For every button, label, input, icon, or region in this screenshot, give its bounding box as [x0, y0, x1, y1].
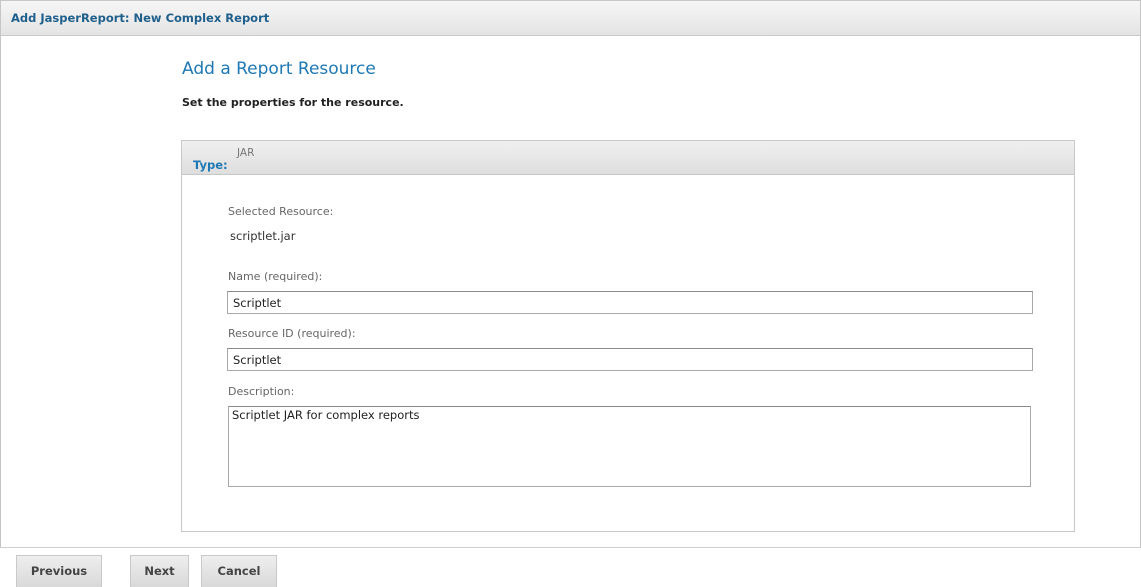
- resource-properties-panel: Type: JAR Selected Resource: scriptlet.j…: [181, 140, 1075, 532]
- type-value: JAR: [237, 147, 255, 159]
- resource-id-label: Resource ID (required):: [228, 327, 356, 340]
- selected-resource-label: Selected Resource:: [228, 205, 334, 218]
- name-field[interactable]: [227, 291, 1033, 314]
- previous-button[interactable]: Previous: [16, 555, 102, 587]
- dialog-frame: Add JasperReport: New Complex Report Add…: [0, 0, 1141, 548]
- next-button[interactable]: Next: [130, 555, 189, 587]
- description-label: Description:: [228, 385, 295, 398]
- page-instructions: Set the properties for the resource.: [182, 96, 404, 109]
- cancel-button[interactable]: Cancel: [201, 555, 277, 587]
- window-title: Add JasperReport: New Complex Report: [11, 11, 270, 25]
- type-label: Type:: [193, 158, 228, 172]
- selected-resource-value: scriptlet.jar: [230, 229, 296, 243]
- panel-header: Type: JAR: [182, 141, 1074, 175]
- title-bar: Add JasperReport: New Complex Report: [1, 1, 1140, 36]
- resource-id-field[interactable]: [227, 348, 1033, 371]
- wizard-footer: Previous Next Cancel: [0, 547, 1141, 587]
- name-label: Name (required):: [228, 270, 323, 283]
- description-field[interactable]: Scriptlet JAR for complex reports: [228, 406, 1031, 487]
- page-title: Add a Report Resource: [182, 59, 376, 79]
